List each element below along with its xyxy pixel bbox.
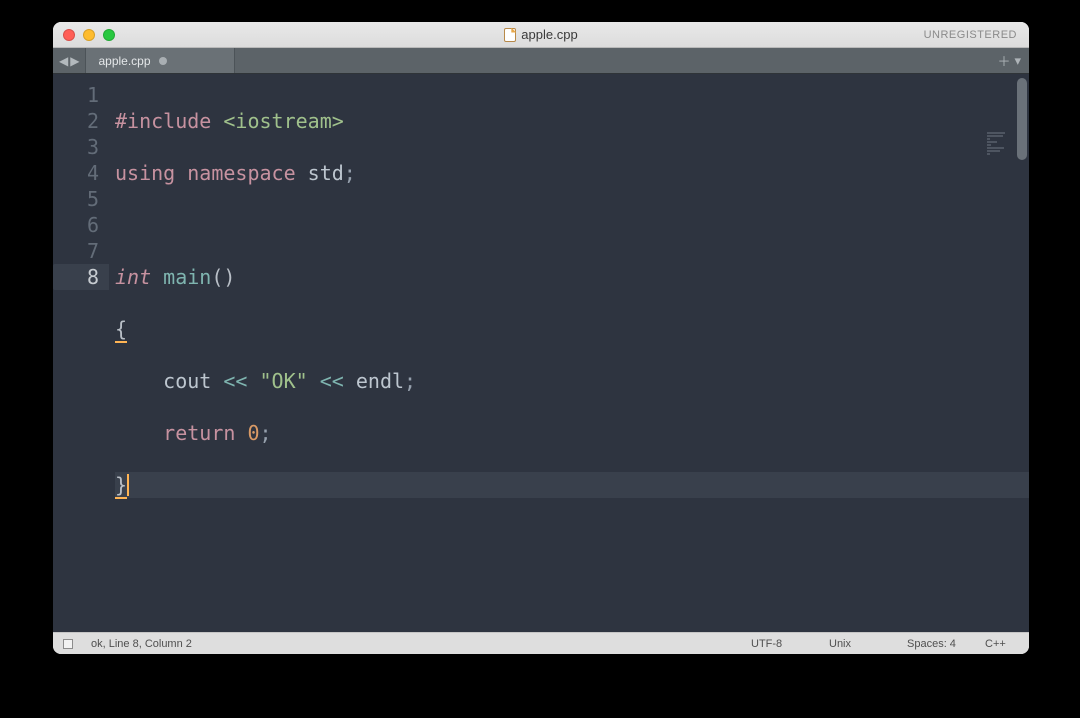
nav-back-icon[interactable]: ◀: [59, 54, 68, 68]
line-number: 6: [53, 212, 99, 238]
token-paren: (: [211, 265, 223, 289]
token-operator: <<: [211, 369, 259, 393]
unregistered-label: UNREGISTERED: [924, 29, 1017, 41]
titlebar: apple.cpp UNREGISTERED: [53, 22, 1029, 48]
token-type: int: [115, 265, 151, 289]
editor-window: apple.cpp UNREGISTERED ◀ ▶ apple.cpp ＋ ▾…: [53, 22, 1029, 654]
token-identifier: std: [308, 161, 344, 185]
line-gutter: 1 2 3 4 5 6 7 8: [53, 74, 109, 632]
file-icon: [504, 28, 516, 42]
tab-bar: ◀ ▶ apple.cpp ＋ ▾: [53, 48, 1029, 74]
token-brace: }: [115, 473, 127, 499]
status-position[interactable]: ok, Line 8, Column 2: [91, 638, 192, 650]
line-number: 4: [53, 160, 99, 186]
blank-line: [115, 212, 1029, 238]
editor-area[interactable]: 1 2 3 4 5 6 7 8 #include <iostream> usin…: [53, 74, 1029, 632]
title-text: apple.cpp: [521, 27, 577, 42]
token-semicolon: ;: [260, 421, 272, 445]
status-indent[interactable]: Spaces: 4: [907, 638, 967, 650]
token-semicolon: ;: [404, 369, 416, 393]
minimize-button[interactable]: [83, 29, 95, 41]
new-tab-icon[interactable]: ＋: [997, 51, 1010, 70]
status-lineending[interactable]: Unix: [829, 638, 889, 650]
text-cursor: [127, 474, 129, 496]
token-function: main: [163, 265, 211, 289]
token-operator: <<: [308, 369, 356, 393]
nav-forward-icon[interactable]: ▶: [70, 54, 79, 68]
line-number: 1: [53, 82, 99, 108]
token-paren: ): [223, 265, 235, 289]
panel-toggle-icon[interactable]: [63, 639, 73, 649]
close-button[interactable]: [63, 29, 75, 41]
nav-arrows: ◀ ▶: [53, 48, 85, 73]
token-keyword: return: [163, 421, 235, 445]
vertical-scrollbar[interactable]: [1015, 74, 1027, 632]
tab-label: apple.cpp: [98, 54, 150, 68]
line-number: 7: [53, 238, 99, 264]
dirty-indicator-icon: [159, 57, 167, 65]
status-encoding[interactable]: UTF-8: [751, 638, 811, 650]
line-number: 5: [53, 186, 99, 212]
traffic-lights: [63, 29, 115, 41]
line-number-current: 8: [53, 264, 109, 290]
tab-menu-icon[interactable]: ▾: [1014, 53, 1021, 69]
scrollbar-thumb[interactable]: [1017, 78, 1027, 160]
token-keyword: using: [115, 161, 175, 185]
tab-active[interactable]: apple.cpp: [85, 48, 235, 73]
token-number: 0: [247, 421, 259, 445]
token-keyword: namespace: [175, 161, 307, 185]
code-content[interactable]: #include <iostream> using namespace std;…: [109, 74, 1029, 632]
line-number: 2: [53, 108, 99, 134]
token-identifier: cout: [163, 369, 211, 393]
token-include: #include: [115, 109, 223, 133]
token-header: <iostream>: [223, 109, 343, 133]
line-number: 3: [53, 134, 99, 160]
status-bar: ok, Line 8, Column 2 UTF-8 Unix Spaces: …: [53, 632, 1029, 654]
zoom-button[interactable]: [103, 29, 115, 41]
token-brace: {: [115, 317, 127, 343]
token-string: "OK": [260, 369, 308, 393]
token-semicolon: ;: [344, 161, 356, 185]
token-identifier: endl: [356, 369, 404, 393]
minimap[interactable]: [987, 80, 1013, 98]
status-syntax[interactable]: C++: [985, 638, 1019, 650]
window-title: apple.cpp: [53, 27, 1029, 42]
